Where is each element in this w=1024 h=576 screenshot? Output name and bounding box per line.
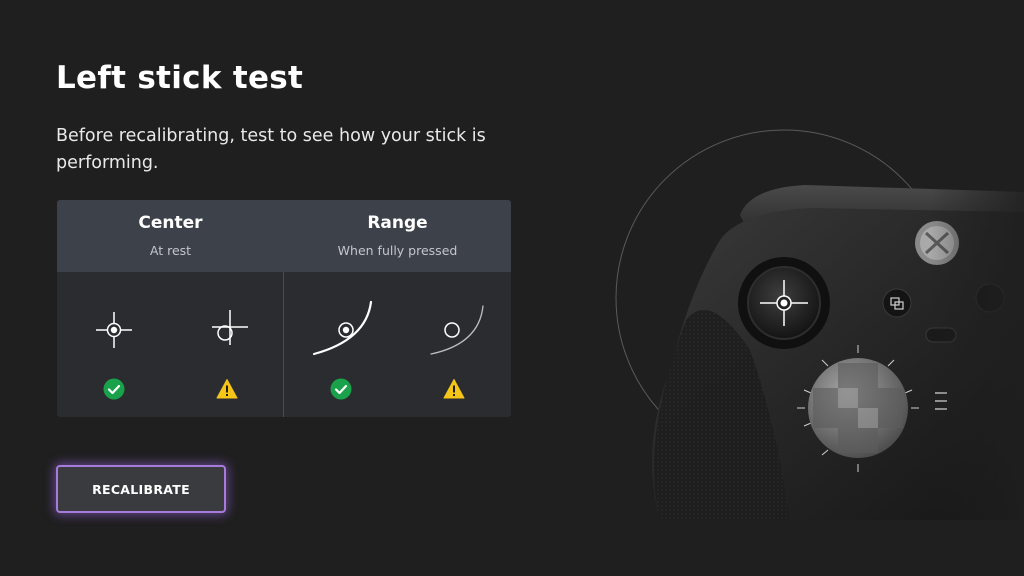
full-range-arc-icon	[312, 300, 373, 356]
page-description: Before recalibrating, test to see how yo…	[56, 126, 486, 173]
range-warning-example	[397, 272, 510, 417]
recalibrate-button[interactable]: RECALIBRATE	[56, 465, 226, 513]
elite-controller-image	[615, 129, 1024, 520]
center-subtitle: At rest	[149, 243, 192, 258]
center-warning-example	[170, 272, 283, 417]
check-icon	[103, 378, 125, 400]
warning-icon	[216, 379, 238, 399]
center-title: Center	[138, 213, 203, 233]
center-good-example	[57, 272, 170, 417]
check-icon	[330, 378, 352, 400]
centered-crosshair-icon	[96, 312, 132, 348]
stick-test-panel: Center At rest Range When fully pressed	[57, 200, 511, 417]
panel-header: Center At rest Range When fully pressed	[57, 200, 511, 272]
range-good-example	[284, 272, 397, 417]
panel-body	[57, 272, 511, 417]
range-column-header: Range When fully pressed	[284, 200, 511, 272]
offset-crosshair-icon	[212, 310, 248, 345]
page-title: Left stick test	[56, 60, 304, 96]
range-title: Range	[367, 213, 428, 233]
range-subtitle: When fully pressed	[337, 243, 458, 258]
short-range-arc-icon	[430, 305, 484, 355]
warning-icon	[443, 379, 465, 399]
center-column-header: Center At rest	[57, 200, 284, 272]
